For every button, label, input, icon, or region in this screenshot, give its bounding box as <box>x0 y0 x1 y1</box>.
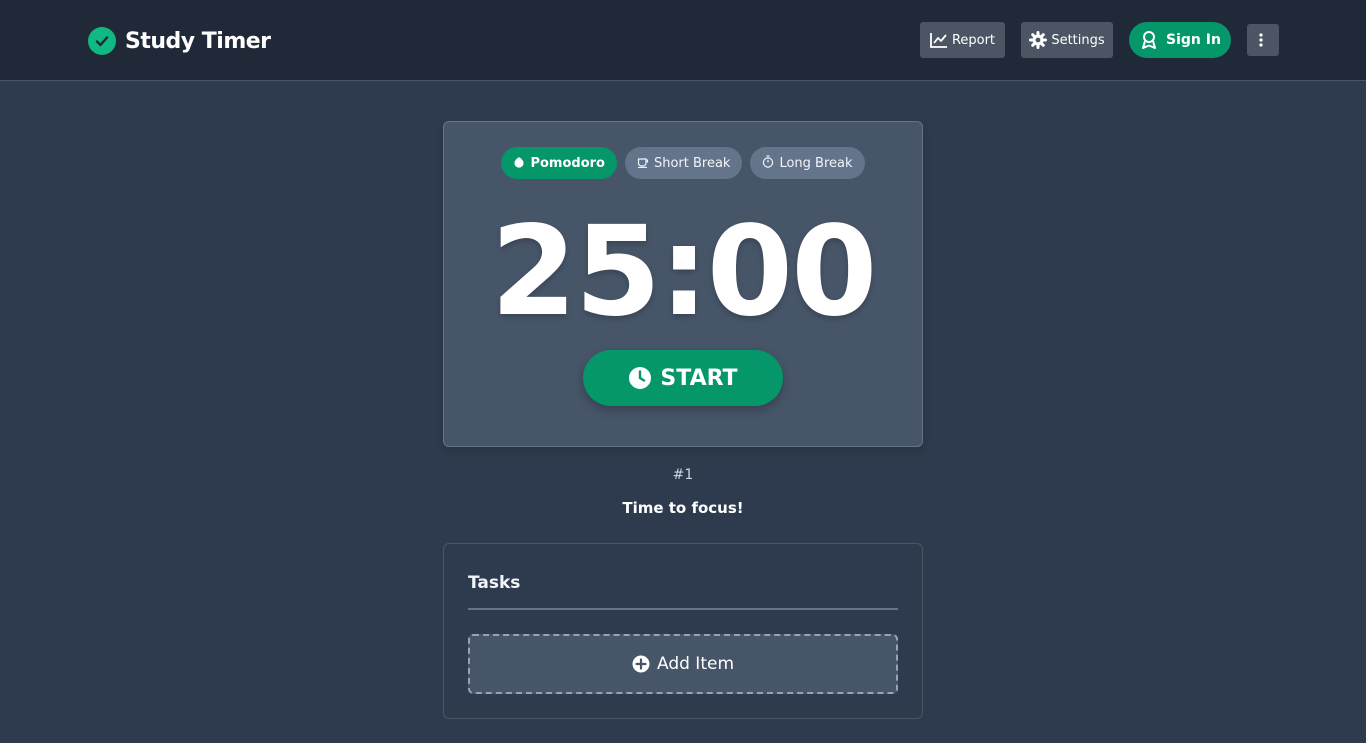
stopwatch-icon <box>762 155 774 171</box>
brand[interactable]: Study Timer <box>88 26 271 56</box>
add-item-label: Add Item <box>656 654 734 674</box>
tab-long-break-label: Long Break <box>779 155 853 171</box>
tasks-title: Tasks <box>468 573 521 593</box>
gear-icon <box>1029 31 1048 49</box>
more-options-button[interactable] <box>1247 24 1279 56</box>
coffee-icon <box>637 156 649 171</box>
settings-label: Settings <box>1051 32 1105 48</box>
session-count: #1 <box>672 467 694 483</box>
timer-display: 25:00 <box>490 200 878 344</box>
tasks-card: Tasks Add Item <box>443 543 923 719</box>
tab-short-break[interactable]: Short Break <box>624 147 743 179</box>
timer-card: Pomodoro Short Break Long Break 25:00 ST… <box>443 121 923 447</box>
tomato-icon <box>513 156 525 171</box>
vertical-dots-icon <box>1259 33 1263 47</box>
mode-tabs: Pomodoro Short Break Long Break <box>444 147 922 179</box>
top-navbar: Study Timer Report Settings Sign In <box>0 0 1366 81</box>
check-circle-icon <box>88 27 116 55</box>
chart-line-icon <box>930 33 947 48</box>
tab-short-break-label: Short Break <box>653 155 731 171</box>
plus-circle-icon <box>632 655 650 673</box>
settings-button[interactable]: Settings <box>1021 22 1113 58</box>
user-badge-icon <box>1142 31 1157 49</box>
report-label: Report <box>951 32 996 48</box>
start-label: START <box>660 365 738 391</box>
tab-long-break[interactable]: Long Break <box>750 147 865 179</box>
tab-pomodoro[interactable]: Pomodoro <box>501 147 617 179</box>
tasks-divider <box>468 608 898 610</box>
add-item-button[interactable]: Add Item <box>468 634 898 694</box>
tab-pomodoro-label: Pomodoro <box>530 155 605 171</box>
focus-message: Time to focus! <box>622 499 744 517</box>
start-button[interactable]: START <box>583 350 783 406</box>
sign-in-label: Sign In <box>1166 32 1221 48</box>
sign-in-button[interactable]: Sign In <box>1129 22 1231 58</box>
report-button[interactable]: Report <box>920 22 1005 58</box>
clock-icon <box>629 367 652 389</box>
app-title: Study Timer <box>125 28 271 54</box>
